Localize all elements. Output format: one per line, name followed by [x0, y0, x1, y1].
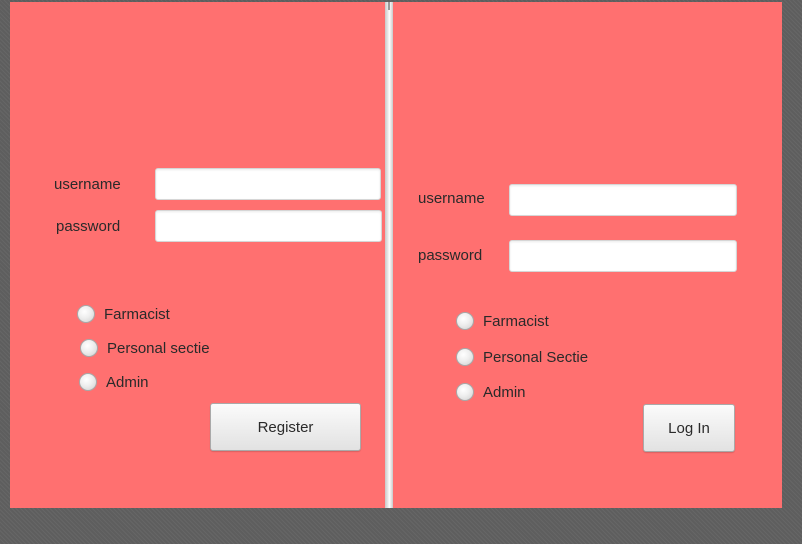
- login-username-field[interactable]: [509, 184, 737, 216]
- divider-grip-icon: [388, 2, 390, 10]
- radio-label: Farmacist: [483, 312, 549, 330]
- radio-circle-icon: [77, 305, 95, 323]
- register-role-personal-sectie-radio[interactable]: Personal sectie: [80, 339, 210, 357]
- radio-label: Admin: [483, 383, 526, 401]
- login-password-label: password: [418, 247, 483, 264]
- login-button[interactable]: Log In: [643, 404, 735, 452]
- register-role-farmacist-radio[interactable]: Farmacist: [77, 305, 170, 323]
- radio-circle-icon: [456, 348, 474, 366]
- radio-label: Admin: [106, 373, 149, 391]
- radio-circle-icon: [80, 339, 98, 357]
- radio-label: Personal sectie: [107, 339, 210, 357]
- radio-circle-icon: [79, 373, 97, 391]
- register-username-label: username: [54, 176, 121, 193]
- register-role-admin-radio[interactable]: Admin: [79, 373, 149, 391]
- register-button[interactable]: Register: [210, 403, 361, 451]
- split-pane-divider[interactable]: [385, 2, 393, 508]
- radio-circle-icon: [456, 383, 474, 401]
- login-role-admin-radio[interactable]: Admin: [456, 383, 526, 401]
- register-password-label: password: [56, 218, 121, 235]
- radio-label: Farmacist: [104, 305, 170, 323]
- login-username-label: username: [418, 190, 485, 207]
- radio-label: Personal Sectie: [483, 348, 589, 366]
- login-role-personal-sectie-radio[interactable]: Personal Sectie: [456, 348, 588, 366]
- login-password-field[interactable]: [509, 240, 737, 272]
- register-username-field[interactable]: [155, 168, 381, 200]
- radio-circle-icon: [456, 312, 474, 330]
- register-password-field[interactable]: [155, 210, 382, 242]
- login-role-farmacist-radio[interactable]: Farmacist: [456, 312, 549, 330]
